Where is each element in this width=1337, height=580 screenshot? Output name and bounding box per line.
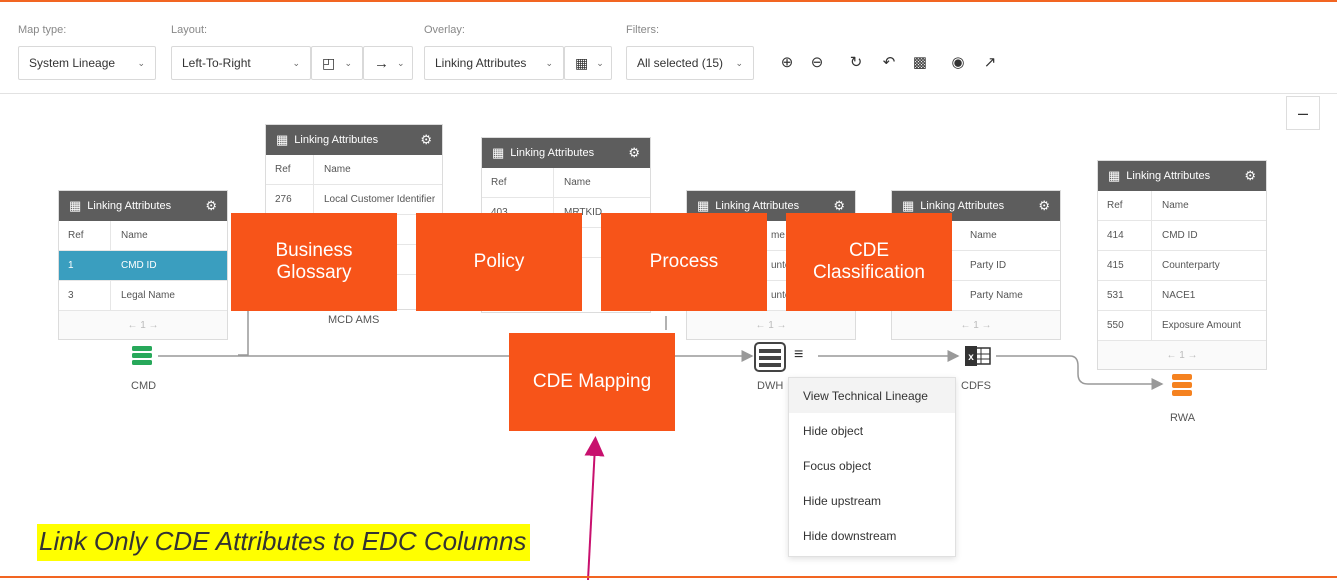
gear-icon[interactable]: ⚙	[833, 198, 845, 214]
table-row[interactable]: 276 Local Customer Identifier	[266, 185, 442, 215]
overlay-policy: Policy	[416, 213, 582, 311]
cell-ref: 3	[59, 281, 111, 310]
col-name: Name	[324, 164, 351, 175]
cell-name: CMD ID	[121, 260, 157, 271]
table-grid-icon: ▦	[276, 132, 289, 147]
table-grid-icon: ▦	[902, 198, 915, 213]
overlay-text: Business	[275, 240, 353, 261]
table-title: Linking Attributes	[920, 200, 1005, 212]
table-title: Linking Attributes	[715, 200, 800, 212]
node-label-cdfs: CDFS	[961, 380, 991, 392]
table-header: ▦ Linking Attributes ⚙	[266, 125, 442, 155]
table-row[interactable]: 531 NACE1	[1098, 281, 1266, 311]
table-title: Linking Attributes	[294, 134, 379, 146]
gear-icon[interactable]: ⚙	[1244, 168, 1256, 184]
col-ref: Ref	[482, 168, 554, 197]
table-title: Linking Attributes	[1126, 170, 1211, 182]
cell-ref: 415	[1098, 251, 1152, 280]
node-context-menu: View Technical Lineage Hide object Focus…	[788, 377, 956, 557]
cell-ref: 531	[1098, 281, 1152, 310]
hamburger-menu-icon[interactable]: ≡	[794, 346, 803, 364]
col-ref: Ref	[266, 155, 314, 184]
table-column-header: Ref Name	[266, 155, 442, 185]
database-icon[interactable]	[1170, 372, 1194, 398]
menu-item-hide-object[interactable]: Hide object	[789, 413, 955, 448]
table-grid-icon: ▦	[492, 145, 505, 160]
overlay-cde-mapping: CDE Mapping	[509, 333, 675, 431]
overlay-text: CDE	[848, 240, 890, 261]
cell-name: CMD ID	[1162, 230, 1198, 241]
table-pager[interactable]: ← 1 →	[59, 311, 227, 339]
gear-icon[interactable]: ⚙	[1038, 198, 1050, 214]
cell-name: Legal Name	[121, 290, 175, 301]
table-column-header: Ref Name	[59, 221, 227, 251]
menu-item-focus-object[interactable]: Focus object	[789, 448, 955, 483]
col-name: Name	[121, 230, 148, 241]
col-name: Name	[564, 177, 591, 188]
cell-ref: 414	[1098, 221, 1152, 250]
table-header: ▦ Linking Attributes ⚙	[482, 138, 650, 168]
table-column-header: Ref Name	[1098, 191, 1266, 221]
table-header: ▦ Linking Attributes ⚙	[59, 191, 227, 221]
edge-cmd-mcd	[238, 310, 249, 356]
menu-item-hide-downstream[interactable]: Hide downstream	[789, 518, 955, 553]
cell-name: Exposure Amount	[1162, 320, 1241, 331]
table-row[interactable]: 3 Legal Name	[59, 281, 227, 311]
menu-item-hide-upstream[interactable]: Hide upstream	[789, 483, 955, 518]
table-rwa-linking-attributes: ▦ Linking Attributes ⚙ Ref Name 414 CMD …	[1097, 160, 1267, 370]
gear-icon[interactable]: ⚙	[205, 198, 217, 214]
cell-ref: 276	[266, 185, 314, 214]
cell-ref: 550	[1098, 311, 1152, 340]
table-grid-icon: ▦	[697, 198, 710, 213]
table-row[interactable]: 550 Exposure Amount	[1098, 311, 1266, 341]
cell-ref: 1	[59, 251, 111, 280]
lineage-screen: Map type: System Lineage ⌄ Layout: Left-…	[0, 0, 1337, 580]
server-icon[interactable]	[754, 342, 786, 372]
menu-item-view-technical-lineage[interactable]: View Technical Lineage	[789, 378, 955, 413]
node-label-mcd: MCD AMS	[328, 314, 380, 326]
overlay-business-glossary: Business Glossary	[231, 213, 397, 311]
table-grid-icon: ▦	[1108, 168, 1121, 183]
gear-icon[interactable]: ⚙	[420, 132, 432, 148]
table-pager[interactable]: ← 1 →	[687, 311, 855, 339]
table-row[interactable]: 1 CMD ID	[59, 251, 227, 281]
annotation-arrow	[584, 436, 605, 580]
node-label-rwa: RWA	[1170, 412, 1196, 424]
table-grid-icon: ▦	[69, 198, 82, 213]
table-row[interactable]: 415 Counterparty	[1098, 251, 1266, 281]
database-icon[interactable]	[130, 344, 154, 368]
table-column-header: Ref Name	[482, 168, 650, 198]
svg-text:x: x	[968, 352, 974, 363]
overlay-cde-classification: CDE Classification	[786, 213, 952, 311]
table-row[interactable]: 414 CMD ID	[1098, 221, 1266, 251]
col-ref: Ref	[59, 221, 111, 250]
table-cmd-linking-attributes: ▦ Linking Attributes ⚙ Ref Name 1 CMD ID…	[58, 190, 228, 340]
cell-name: Local Customer Identifier	[324, 194, 436, 205]
excel-file-icon[interactable]: x	[964, 345, 992, 367]
table-pager[interactable]: ← 1 →	[1098, 341, 1266, 369]
annotation-note: Link Only CDE Attributes to EDC Columns	[37, 524, 531, 561]
cell-name: NACE1	[1162, 290, 1196, 301]
col-name: Name	[1162, 200, 1189, 211]
col-ref: Ref	[1098, 191, 1152, 220]
cell-name: Counterparty	[1162, 260, 1220, 271]
table-title: Linking Attributes	[87, 200, 172, 212]
table-header: ▦ Linking Attributes ⚙	[1098, 161, 1266, 191]
node-label-cmd: CMD	[131, 380, 157, 392]
node-label-dwh: DWH	[757, 380, 784, 392]
overlay-text: Classification	[813, 262, 925, 283]
overlay-text: Glossary	[276, 262, 352, 283]
table-title: Linking Attributes	[510, 147, 595, 159]
bottom-accent-line	[0, 576, 1337, 578]
gear-icon[interactable]: ⚙	[628, 145, 640, 161]
overlay-process: Process	[601, 213, 767, 311]
table-pager[interactable]: ← 1 →	[892, 311, 1060, 339]
